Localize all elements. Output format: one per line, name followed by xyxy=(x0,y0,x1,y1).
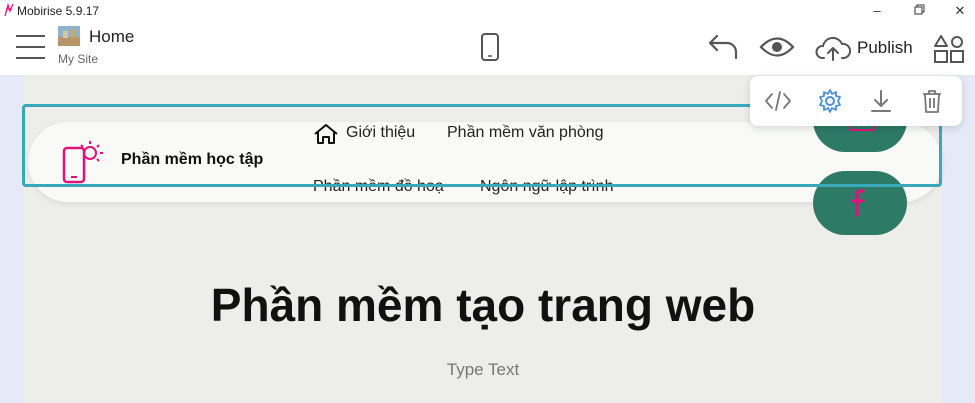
code-icon[interactable] xyxy=(764,88,792,114)
page-name[interactable]: Home xyxy=(89,27,134,47)
hero-subtitle[interactable]: Type Text xyxy=(24,360,942,380)
minimize-button[interactable]: – xyxy=(862,2,892,20)
hero-title[interactable]: Phần mềm tạo trang web xyxy=(24,278,942,332)
title-bar: Mobirise 5.9.17 – ✕ xyxy=(0,0,975,22)
mobile-preview-icon[interactable] xyxy=(480,32,500,62)
block-tools-panel xyxy=(750,76,962,126)
close-button[interactable]: ✕ xyxy=(945,2,975,20)
preview-icon[interactable] xyxy=(759,36,795,58)
restore-button[interactable] xyxy=(904,2,934,20)
site-name[interactable]: My Site xyxy=(58,52,98,66)
page-thumbnail[interactable] xyxy=(58,26,80,46)
blocks-icon[interactable] xyxy=(933,34,965,64)
gear-icon[interactable] xyxy=(816,88,844,114)
cloud-upload-icon[interactable] xyxy=(815,34,851,62)
publish-button[interactable]: Publish xyxy=(857,38,913,58)
mobirise-logo-icon xyxy=(4,3,14,17)
menu-icon[interactable] xyxy=(16,35,45,59)
download-icon[interactable] xyxy=(867,88,895,114)
trash-icon[interactable] xyxy=(918,88,946,114)
main-toolbar: Home My Site Publish xyxy=(0,22,975,75)
restore-icon xyxy=(914,4,924,15)
undo-icon[interactable] xyxy=(707,34,739,60)
window-title: Mobirise 5.9.17 xyxy=(17,4,100,18)
